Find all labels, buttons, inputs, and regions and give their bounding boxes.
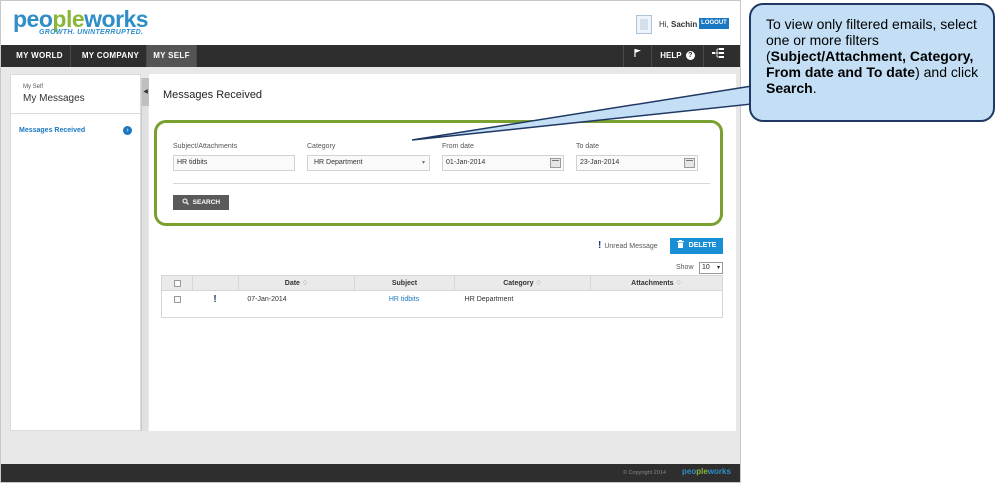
header: peopleworks GROWTH. UNINTERRUPTED. Hi, S… — [1, 1, 740, 45]
select-all-checkbox[interactable] — [173, 279, 181, 287]
category-select[interactable]: HR Department ▾ — [307, 155, 430, 171]
main-content: Messages Received Subject/Attachments HR… — [149, 74, 736, 431]
filter-divider — [173, 183, 710, 184]
avatar[interactable] — [636, 15, 652, 34]
date-column-header[interactable]: Date ♢ — [238, 276, 354, 290]
delete-button-label: DELETE — [688, 242, 717, 249]
search-button[interactable]: SEARCH — [173, 195, 229, 210]
subject-input[interactable]: HR tidbits — [173, 155, 295, 171]
sidebar: My Self My Messages Messages Received › — [10, 74, 141, 431]
calendar-icon[interactable] — [550, 158, 561, 168]
show-label: Show — [676, 264, 694, 271]
app-window: peopleworks GROWTH. UNINTERRUPTED. Hi, S… — [0, 0, 741, 483]
page-title: Messages Received — [163, 89, 263, 101]
unread-column-header — [192, 276, 238, 290]
sidebar-title: My Messages — [23, 93, 85, 104]
select-all-cell — [162, 276, 192, 290]
to-date-value: 23-Jan-2014 — [580, 159, 620, 166]
row-category: HR Department — [464, 296, 514, 303]
peopleworks-logo[interactable]: peopleworks GROWTH. UNINTERRUPTED. — [13, 6, 149, 36]
trash-icon — [676, 240, 689, 249]
page-size-value: 10 — [702, 264, 710, 271]
unread-exclamation-icon: ! — [213, 294, 217, 305]
tab-my-self[interactable]: MY SELF — [147, 45, 197, 67]
sitemap-button[interactable] — [703, 45, 731, 67]
category-column-header[interactable]: Category ♢ — [454, 276, 590, 290]
sidebar-divider — [11, 113, 140, 114]
to-date-label: To date — [576, 143, 599, 150]
row-unread-cell: ! — [192, 291, 238, 317]
attachments-column-header[interactable]: Attachments ♢ — [590, 276, 722, 290]
collapse-arrow-icon[interactable]: ◀ — [142, 78, 149, 106]
flag-button[interactable] — [623, 45, 651, 67]
unread-exclamation-icon: ! — [598, 240, 602, 251]
sidebar-collapse-bar[interactable]: ◀ — [141, 78, 149, 431]
from-date-value: 01-Jan-2014 — [446, 159, 486, 166]
category-label: Category — [307, 143, 336, 150]
category-selected-value: HR Department — [314, 159, 363, 166]
tab-my-company[interactable]: MY COMPANY — [75, 45, 147, 67]
help-label: HELP — [660, 51, 682, 60]
user-greeting: Hi, Sachin — [659, 20, 698, 29]
flag-icon — [633, 49, 643, 60]
page-size-select[interactable]: 10 ▾ — [699, 262, 723, 274]
table-row[interactable]: ! 07-Jan-2014 HR tidbits HR Department — [162, 291, 722, 317]
search-button-label: SEARCH — [192, 199, 221, 206]
sitemap-icon — [711, 48, 724, 60]
instruction-callout: To view only filtered emails, select one… — [749, 3, 995, 122]
row-checkbox-cell — [162, 291, 192, 317]
tab-my-world[interactable]: MY WORLD — [9, 45, 71, 67]
logo-wordmark: peopleworks — [13, 6, 149, 32]
from-date-input[interactable]: 01-Jan-2014 — [442, 155, 564, 171]
chevron-down-icon: ▾ — [421, 160, 425, 166]
footer-logo: peopleworks — [682, 467, 731, 476]
main-nav: MY WORLD MY COMPANY MY SELF HELP ? — [1, 45, 740, 67]
sidebar-item-messages-received[interactable]: Messages Received — [19, 127, 85, 134]
logout-button[interactable]: LOGOUT — [699, 18, 729, 29]
help-icon: ? — [685, 51, 695, 61]
calendar-icon[interactable] — [684, 158, 695, 168]
subject-label: Subject/Attachments — [173, 143, 238, 150]
messages-table: Date ♢ Subject Category ♢ Attachments ♢ … — [161, 275, 723, 318]
from-date-label: From date — [442, 143, 474, 150]
row-subject-link[interactable]: HR tidbits — [354, 291, 454, 317]
table-header: Date ♢ Subject Category ♢ Attachments ♢ — [162, 276, 722, 291]
footer: © Copyright 2014 peopleworks — [1, 464, 740, 482]
unread-legend: ! Unread Message — [598, 240, 658, 251]
chevron-down-icon: ▾ — [716, 265, 720, 271]
logo-tagline: GROWTH. UNINTERRUPTED. — [39, 29, 144, 36]
row-checkbox[interactable] — [173, 295, 181, 303]
help-button[interactable]: HELP ? — [651, 45, 703, 67]
subject-column-header: Subject — [354, 276, 454, 290]
filter-panel: Subject/Attachments HR tidbits Category … — [154, 120, 723, 226]
row-date: 07-Jan-2014 — [247, 296, 287, 303]
row-attachments — [590, 291, 722, 317]
delete-button[interactable]: DELETE — [670, 238, 723, 254]
search-icon — [182, 198, 193, 206]
arrow-right-circle-icon[interactable]: › — [123, 126, 132, 135]
sidebar-breadcrumb: My Self — [23, 84, 44, 90]
footer-copyright: © Copyright 2014 — [623, 470, 666, 476]
unread-legend-label: Unread Message — [604, 243, 658, 250]
to-date-input[interactable]: 23-Jan-2014 — [576, 155, 698, 171]
